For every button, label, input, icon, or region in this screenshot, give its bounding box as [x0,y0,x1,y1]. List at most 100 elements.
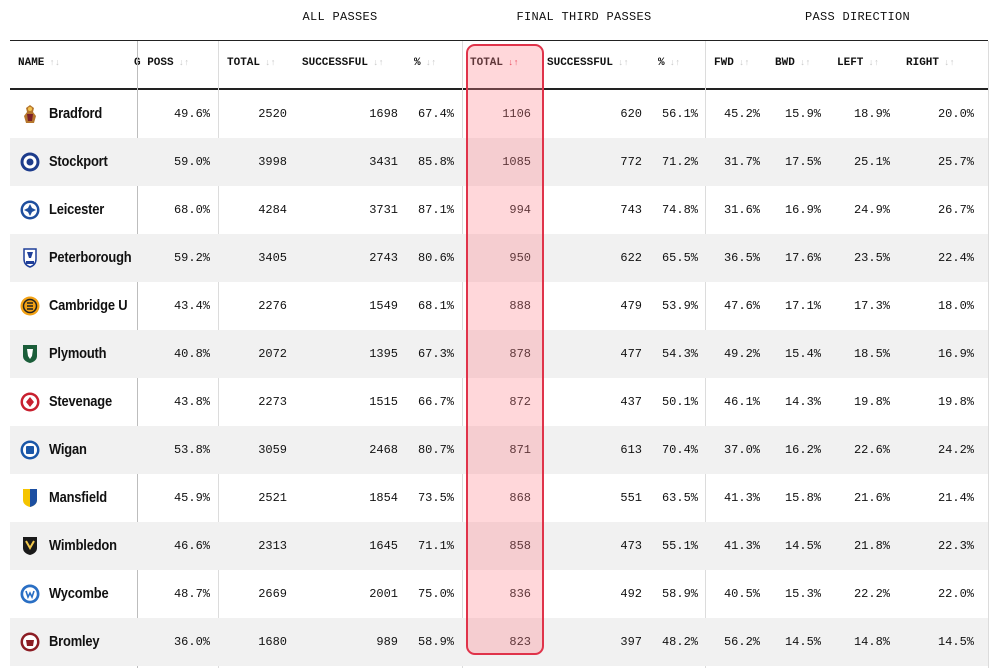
team-name: Bromley [49,633,100,650]
header-percent[interactable]: % ↓↑ [414,57,436,69]
total-passes-cell: 2521 [258,491,287,505]
total-passes-cell: 1680 [258,635,287,649]
plymouth-crest-icon [20,344,40,364]
table-row[interactable]: Wycombe 48.7% 2669 2001 75.0% 836 492 58.9% 40.5… [10,570,988,618]
sort-descending-icon[interactable]: ↓↑ [508,58,519,68]
team-cell[interactable]: Mansfield [10,474,138,522]
team-cell[interactable]: Leicester [10,186,138,234]
sort-icon[interactable]: ↓↑ [426,58,437,68]
table-row[interactable]: Plymouth 40.8% 2072 1395 67.3% 878 477 54.3% 49.… [10,330,988,378]
header-name[interactable]: NAME ↑↓ [18,57,60,69]
right-cell: 22.0% [937,587,974,601]
sort-icon[interactable]: ↓↑ [739,58,750,68]
total-passes-cell: 2072 [258,347,287,361]
left-cell: 14.8% [853,635,890,649]
sort-icon[interactable]: ↓↑ [265,58,276,68]
header-right[interactable]: RIGHT ↓↑ [906,57,955,69]
sort-icon[interactable]: ↓↑ [618,58,629,68]
header-left[interactable]: LEFT ↓↑ [837,57,879,69]
header-successful[interactable]: SUCCESSFUL ↓↑ [302,57,384,69]
possession-cell: 40.8% [173,347,210,361]
right-cell: 18.0% [937,299,974,313]
sort-icon[interactable]: ↓↑ [800,58,811,68]
sort-icon[interactable]: ↓↑ [373,58,384,68]
total-passes-cell: 3059 [258,443,287,457]
final-third-total-cell: 871 [509,443,531,457]
final-third-total-cell: 858 [509,539,531,553]
team-cell[interactable]: Bradford [10,90,138,138]
possession-cell: 48.7% [173,587,210,601]
team-cell[interactable]: Peterborough [10,234,138,282]
possession-cell: 59.2% [173,251,210,265]
sort-icon[interactable]: ↓↑ [868,58,879,68]
team-name: Wycombe [49,585,109,602]
group-pass-direction: PASS DIRECTION [804,10,911,24]
table-row[interactable]: Bromley 36.0% 1680 989 58.9% 823 397 48.2% 56.2%… [10,618,988,666]
backward-cell: 15.4% [784,347,821,361]
column-divider [988,41,989,668]
leicester-crest-icon [20,200,40,220]
team-cell[interactable]: Wigan [10,426,138,474]
team-name: Mansfield [49,489,107,506]
right-cell: 26.7% [937,203,974,217]
team-name: Stevenage [49,393,112,410]
header-total[interactable]: TOTAL ↓↑ [227,57,276,69]
table-row[interactable]: Peterborough 59.2% 3405 2743 80.6% 950 622 65.5… [10,234,988,282]
header-final-third-percent[interactable]: % ↓↑ [658,57,680,69]
header-final-third-total[interactable]: TOTAL ↓↑ [470,57,519,69]
table-row[interactable]: Bradford 49.6% 2520 1698 67.4% 1106 620 56.1% 45… [10,90,988,138]
backward-cell: 17.1% [784,299,821,313]
table-row[interactable]: Leicester 68.0% 4284 3731 87.1% 994 743 74.8% 31… [10,186,988,234]
header-possession[interactable]: G POSS ↓↑ [134,57,189,69]
backward-cell: 16.2% [784,443,821,457]
column-group-header: ALL PASSES FINAL THIRD PASSES PASS DIREC… [0,0,1000,40]
left-cell: 22.2% [853,587,890,601]
sort-icon[interactable]: ↓↑ [179,58,190,68]
pass-percent-cell: 58.9% [417,635,454,649]
team-cell[interactable]: Stockport [10,138,138,186]
possession-cell: 36.0% [173,635,210,649]
right-cell: 16.9% [937,347,974,361]
team-cell[interactable]: Cambridge U [10,282,138,330]
team-cell[interactable]: Plymouth [10,330,138,378]
sort-icon[interactable]: ↓↑ [670,58,681,68]
table-row[interactable]: Stockport 59.0% 3998 3431 85.8% 1085 772 71.2% 3… [10,138,988,186]
right-cell: 25.7% [937,155,974,169]
team-name: Leicester [49,201,105,218]
backward-cell: 15.3% [784,587,821,601]
mansfield-crest-icon [20,488,40,508]
possession-cell: 45.9% [173,491,210,505]
final-third-total-cell: 823 [509,635,531,649]
pass-percent-cell: 73.5% [417,491,454,505]
sort-icon[interactable]: ↑↓ [49,58,60,68]
left-cell: 17.3% [853,299,890,313]
left-cell: 22.6% [853,443,890,457]
wycombe-crest-icon [20,584,40,604]
header-final-third-successful[interactable]: SUCCESSFUL ↓↑ [547,57,629,69]
backward-cell: 17.5% [784,155,821,169]
table-row[interactable]: Wimbledon 46.6% 2313 1645 71.1% 858 473 55.1% 41… [10,522,988,570]
final-third-total-cell: 994 [509,203,531,217]
table-row[interactable]: Wigan 53.8% 3059 2468 80.7% 871 613 70.4% 37.0% 1… [10,426,988,474]
pass-percent-cell: 68.1% [417,299,454,313]
team-cell[interactable]: Wycombe [10,570,138,618]
possession-cell: 59.0% [173,155,210,169]
pass-percent-cell: 80.7% [417,443,454,457]
table-row[interactable]: Cambridge U 43.4% 2276 1549 68.1% 888 479 53.9%… [10,282,988,330]
team-name: Stockport [49,153,108,170]
right-cell: 22.3% [937,539,974,553]
right-cell: 14.5% [937,635,974,649]
header-forward[interactable]: FWD ↓↑ [714,57,750,69]
team-cell[interactable]: Wimbledon [10,522,138,570]
backward-cell: 14.3% [784,395,821,409]
left-cell: 23.5% [853,251,890,265]
sort-icon[interactable]: ↓↑ [944,58,955,68]
left-cell: 25.1% [853,155,890,169]
table-row[interactable]: Stevenage 43.8% 2273 1515 66.7% 872 437 50.1% 46… [10,378,988,426]
team-cell[interactable]: Stevenage [10,378,138,426]
final-third-total-cell: 878 [509,347,531,361]
team-cell[interactable]: Bromley [10,618,138,666]
header-backward[interactable]: BWD ↓↑ [775,57,811,69]
wigan-crest-icon [20,440,40,460]
table-row[interactable]: Mansfield 45.9% 2521 1854 73.5% 868 551 63.5% 41… [10,474,988,522]
